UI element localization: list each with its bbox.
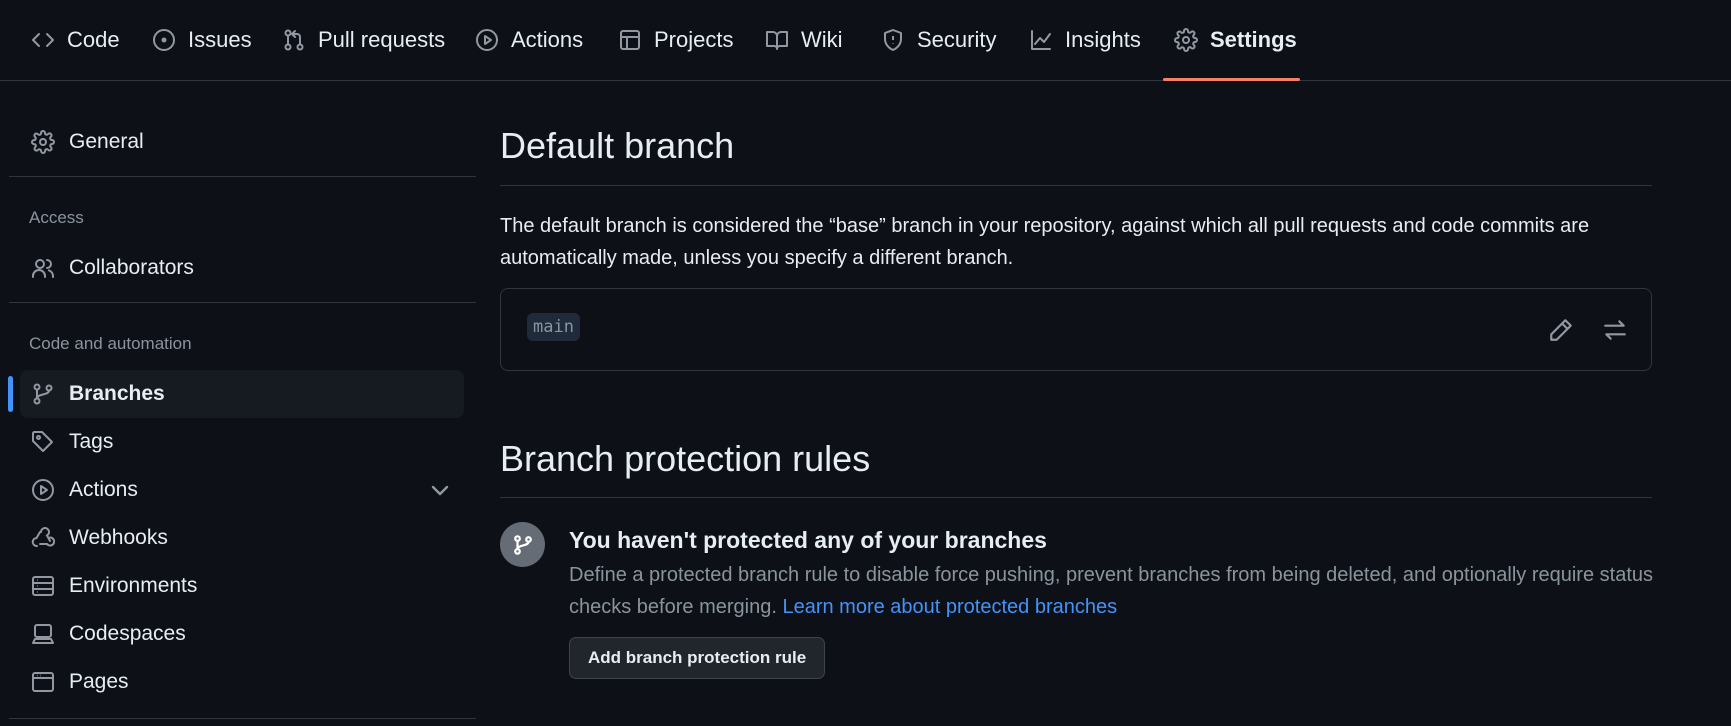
play-icon [476,29,498,51]
people-icon [32,259,54,278]
sidebar-item-collaborators[interactable]: Collaborators [20,244,464,292]
sidebar-divider [9,302,476,303]
sidebar-item-label: Environments [69,574,198,597]
git-pull-request-icon [284,29,304,51]
sidebar-heading-access: Access [29,208,84,227]
active-tab-indicator [1163,78,1300,81]
chevron-down-icon[interactable] [428,478,452,502]
sidebar-item-actions[interactable]: Actions [20,466,464,514]
tab-label: Code [67,27,120,52]
tab-projects[interactable]: Projects [618,0,733,80]
section-title-branch-protection: Branch protection rules [500,438,871,479]
sidebar-item-label: General [69,130,144,153]
tab-label: Wiki [801,27,843,52]
sidebar-item-label: Codespaces [69,622,186,645]
sidebar-item-environments[interactable]: Environments [20,562,464,610]
graph-icon [1031,30,1051,50]
webhook-icon [31,527,55,547]
tab-label: Insights [1065,27,1141,52]
sidebar-heading-code-automation: Code and automation [29,334,192,353]
issue-opened-icon [153,29,175,51]
add-branch-protection-rule-button[interactable]: Add branch protection rule [569,637,826,679]
codespaces-icon [32,624,54,644]
tab-label: Projects [654,27,734,52]
branch-protection-icon [500,522,545,567]
default-branch-name: main [527,313,580,341]
sidebar-item-label: Pages [69,670,129,693]
empty-state-description: Define a protected branch rule to disabl… [569,559,1659,623]
sidebar-item-label: Collaborators [69,256,194,279]
sidebar-divider [9,718,476,719]
sidebar-item-tags[interactable]: Tags [20,418,464,466]
sidebar-item-general[interactable]: General [20,118,464,166]
tab-security[interactable]: Security [881,0,996,80]
tab-wiki[interactable]: Wiki [765,0,843,80]
pencil-icon[interactable] [1548,317,1574,343]
table-icon [620,30,640,50]
sidebar-item-codespaces[interactable]: Codespaces [20,610,464,658]
server-icon [32,576,54,596]
empty-state-title: You haven't protected any of your branch… [569,527,1047,553]
shield-icon [884,29,902,51]
book-icon [766,31,788,50]
repo-nav: Code Issues Pull requests Actions Projec… [0,0,1731,81]
tab-label: Security [917,27,997,52]
tab-insights[interactable]: Insights [1029,0,1141,80]
tab-label: Settings [1210,27,1297,52]
learn-more-link[interactable]: Learn more about protected branches [782,596,1117,618]
tab-settings[interactable]: Settings [1174,0,1297,80]
play-icon [32,479,54,501]
sidebar-item-webhooks[interactable]: Webhooks [20,514,464,562]
tab-label: Pull requests [318,27,446,52]
tag-icon [32,431,53,452]
default-branch-description: The default branch is considered the “ba… [500,215,1590,269]
tab-actions[interactable]: Actions [475,0,583,80]
arrow-switch-icon[interactable] [1602,317,1628,343]
sidebar-item-branches[interactable]: Branches [20,370,464,418]
code-icon [32,33,54,47]
browser-icon [32,672,54,692]
tab-issues[interactable]: Issues [152,0,252,80]
git-branch-icon [513,534,532,555]
tab-label: Actions [511,27,584,52]
git-branch-icon [33,383,53,405]
sidebar-divider [9,176,476,177]
tab-label: Issues [188,27,252,52]
sidebar-item-label: Tags [69,430,114,453]
sidebar-item-label: Branches [69,382,165,405]
default-branch-box: main [500,288,1652,371]
gear-icon [1174,28,1198,52]
sidebar-item-label: Webhooks [69,526,168,549]
sidebar-item-pages[interactable]: Pages [20,658,464,706]
active-item-indicator [8,376,13,412]
section-title-default-branch: Default branch [500,125,735,166]
gear-icon [31,130,55,154]
tab-pull-requests[interactable]: Pull requests [282,0,445,80]
sidebar-item-label: Actions [69,478,138,501]
tab-code[interactable]: Code [31,0,120,80]
divider [500,185,1652,186]
divider [500,497,1652,498]
